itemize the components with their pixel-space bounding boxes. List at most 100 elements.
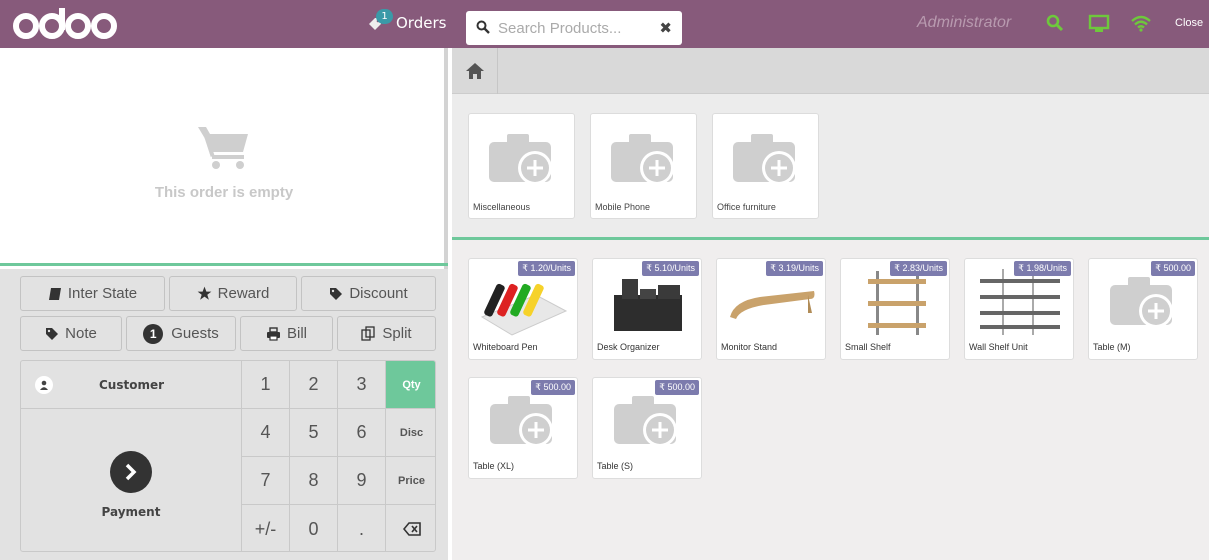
bill-button[interactable]: Bill	[240, 316, 333, 351]
price-mode-button[interactable]: Price	[386, 457, 435, 505]
category-name: Mobile Phone	[595, 202, 651, 212]
home-button[interactable]	[452, 48, 498, 94]
product-name: Table (XL)	[473, 461, 515, 471]
bill-label: Bill	[286, 325, 307, 342]
book-icon	[48, 287, 61, 300]
note-label: Note	[65, 325, 97, 342]
payment-label: Payment	[101, 505, 161, 519]
numpad-key-0[interactable]: 0	[290, 505, 338, 551]
disc-mode-button[interactable]: Disc	[386, 409, 435, 457]
product-card[interactable]: ₹ 1.98/Units Wall Shelf Unit	[964, 258, 1074, 360]
category-card[interactable]: Mobile Phone	[590, 113, 697, 219]
category-card[interactable]: Miscellaneous	[468, 113, 575, 219]
search-input[interactable]	[498, 19, 648, 37]
product-name: Wall Shelf Unit	[969, 342, 1028, 352]
product-name: Whiteboard Pen	[473, 342, 538, 352]
orders-label: Orders	[396, 14, 447, 32]
product-card[interactable]: ₹ 2.83/Units Small Shelf	[840, 258, 950, 360]
category-name: Office furniture	[717, 202, 776, 212]
camera-placeholder-icon	[713, 120, 818, 196]
inter-state-label: Inter State	[67, 285, 138, 302]
product-card[interactable]: ₹ 3.19/Units Monitor Stand	[716, 258, 826, 360]
category-list: Miscellaneous Mobile Phone Office furnit…	[452, 94, 1209, 240]
inter-state-button[interactable]: Inter State	[20, 276, 165, 311]
numpad-key-3[interactable]: 3	[338, 361, 386, 409]
backspace-icon	[402, 522, 421, 536]
split-label: Split	[382, 325, 412, 342]
numpad-key-5[interactable]: 5	[290, 409, 338, 457]
tag-icon	[46, 327, 59, 340]
customer-button[interactable]: Customer	[21, 361, 242, 409]
camera-placeholder-icon	[591, 120, 696, 196]
search-icon	[476, 19, 490, 38]
numpad-area: Customer Payment 1 2 3 Qty 4 5 6 Disc 7 …	[20, 360, 436, 552]
price-tag: ₹ 1.98/Units	[1014, 261, 1071, 276]
top-bar: 1 Orders ✖ Administrator Close	[0, 0, 1209, 48]
numpad-key-decimal[interactable]: .	[338, 505, 386, 551]
discount-button[interactable]: Discount	[301, 276, 436, 311]
product-card[interactable]: ₹ 500.00 Table (XL)	[468, 377, 578, 479]
product-name: Monitor Stand	[721, 342, 778, 352]
guests-button[interactable]: 1 Guests	[126, 316, 236, 351]
copy-icon	[361, 326, 376, 341]
numpad-key-4[interactable]: 4	[242, 409, 290, 457]
numpad-key-6[interactable]: 6	[338, 409, 386, 457]
user-name[interactable]: Administrator	[917, 14, 1011, 32]
ticket-icon: 1	[368, 9, 393, 33]
numpad-key-plus-minus[interactable]: +/-	[242, 505, 290, 551]
reward-button[interactable]: Reward	[169, 276, 297, 311]
shopping-cart-icon	[196, 124, 252, 174]
discount-label: Discount	[349, 285, 408, 302]
guests-label: Guests	[171, 325, 219, 342]
backspace-button[interactable]	[386, 505, 435, 551]
price-tag: ₹ 500.00	[1151, 261, 1195, 276]
tag-icon	[330, 287, 343, 300]
empty-order-message: This order is empty	[154, 184, 294, 201]
price-tag: ₹ 1.20/Units	[518, 261, 575, 276]
orders-count-badge: 1	[376, 9, 393, 24]
product-card[interactable]: ₹ 1.20/Units Whiteboard Pen	[468, 258, 578, 360]
numpad-key-7[interactable]: 7	[242, 457, 290, 505]
star-icon	[197, 286, 212, 300]
product-name: Small Shelf	[845, 342, 891, 352]
price-tag: ₹ 3.19/Units	[766, 261, 823, 276]
product-pane: Miscellaneous Mobile Phone Office furnit…	[452, 48, 1209, 560]
product-card[interactable]: ₹ 5.10/Units Desk Organizer	[592, 258, 702, 360]
clear-search-icon[interactable]: ✖	[659, 19, 672, 37]
qty-mode-button[interactable]: Qty	[386, 361, 435, 409]
numpad-key-8[interactable]: 8	[290, 457, 338, 505]
print-icon	[266, 326, 280, 341]
category-name: Miscellaneous	[473, 202, 531, 212]
control-panel: Inter State Reward Discount Note 1 Guest…	[0, 269, 448, 560]
odoo-logo	[12, 6, 120, 42]
category-card[interactable]: Office furniture	[712, 113, 819, 219]
search-icon[interactable]	[1046, 14, 1068, 34]
orders-button[interactable]: 1 Orders	[368, 9, 447, 33]
product-card[interactable]: ₹ 500.00 Table (S)	[592, 377, 702, 479]
order-lines: This order is empty	[0, 48, 448, 266]
split-button[interactable]: Split	[337, 316, 436, 351]
product-card[interactable]: ₹ 500.00 Table (M)	[1088, 258, 1198, 360]
numpad-key-9[interactable]: 9	[338, 457, 386, 505]
pos-app: 1 Orders ✖ Administrator Close	[0, 0, 1209, 560]
camera-placeholder-icon	[469, 120, 574, 196]
numpad-key-1[interactable]: 1	[242, 361, 290, 409]
wifi-icon[interactable]	[1130, 14, 1152, 34]
note-button[interactable]: Note	[20, 316, 122, 351]
monitor-icon[interactable]	[1088, 14, 1110, 34]
price-tag: ₹ 500.00	[655, 380, 699, 395]
guests-count-badge: 1	[143, 323, 164, 344]
product-name: Table (S)	[597, 461, 634, 471]
price-tag: ₹ 5.10/Units	[642, 261, 699, 276]
close-button[interactable]: Close	[1175, 17, 1203, 29]
chevron-right-icon	[110, 451, 152, 493]
search-box: ✖	[466, 11, 682, 45]
price-tag: ₹ 500.00	[531, 380, 575, 395]
product-list: ₹ 1.20/Units Whiteboard Pen ₹ 5.10/Units…	[452, 240, 1209, 560]
customer-label: Customer	[98, 377, 165, 392]
order-pane: This order is empty Inter State Reward D…	[0, 48, 448, 560]
numpad-key-2[interactable]: 2	[290, 361, 338, 409]
home-icon	[465, 63, 484, 79]
product-name: Table (M)	[1093, 342, 1131, 352]
payment-button[interactable]: Payment	[21, 409, 242, 551]
